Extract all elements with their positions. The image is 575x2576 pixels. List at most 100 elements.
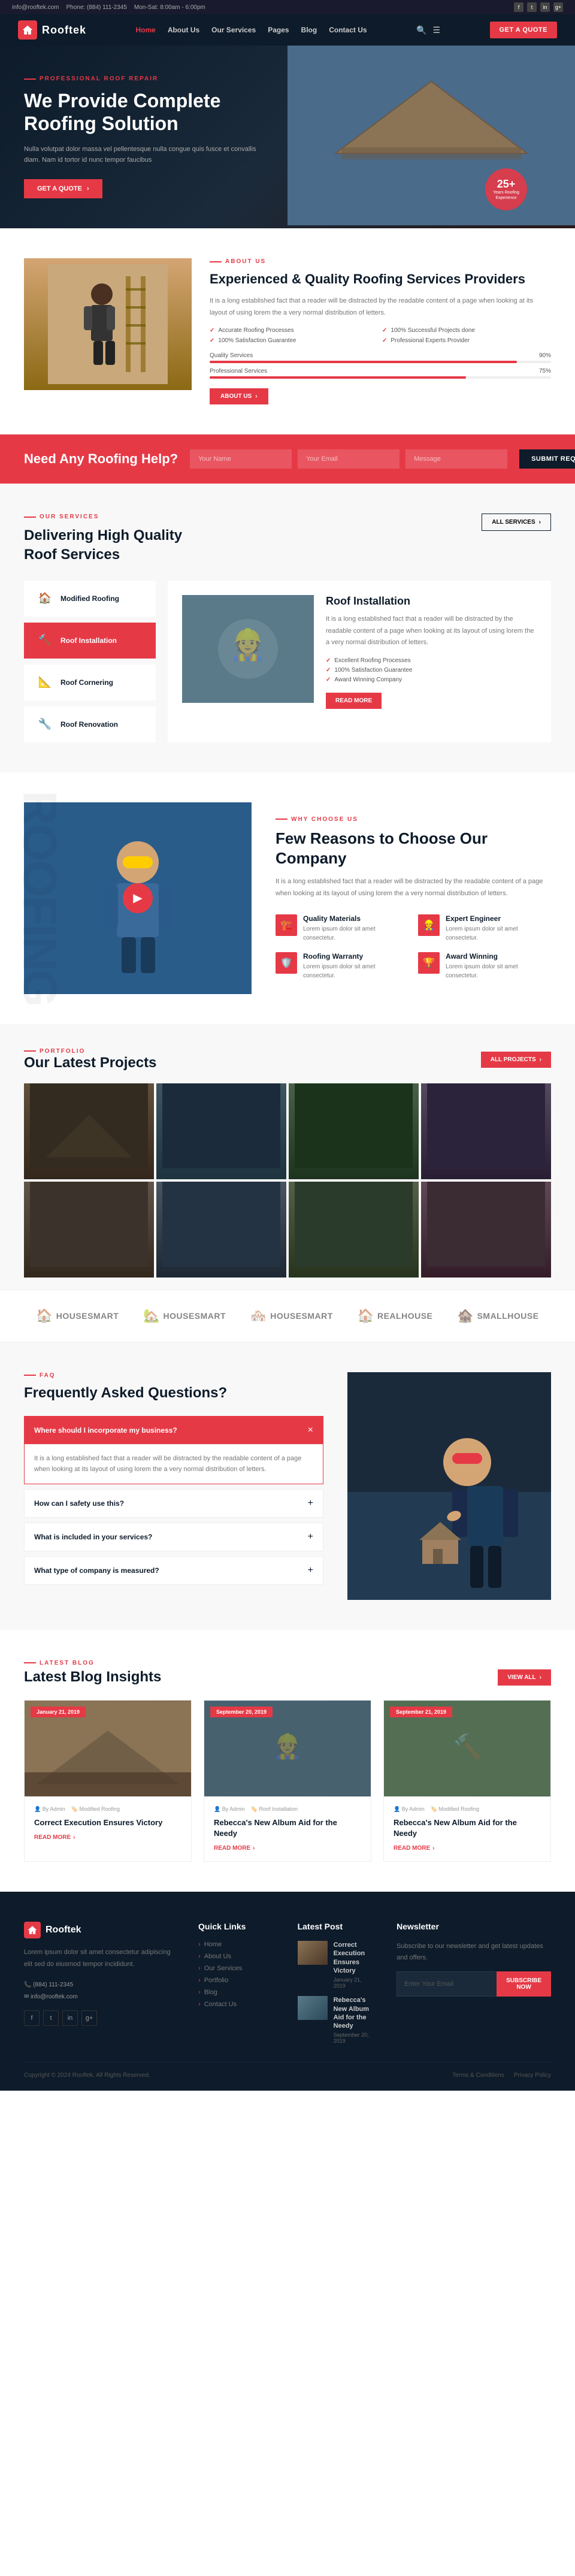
facebook-icon[interactable]: f (514, 2, 523, 12)
blog-read-more-2[interactable]: READ MORE › (214, 1845, 361, 1852)
about-button[interactable]: ABOUT US › (210, 388, 268, 404)
hero-badge-text: Years Roofing Experience (485, 191, 527, 201)
quality-materials-icon: 🏗️ (276, 914, 297, 936)
top-bar: info@rooftek.com Phone: (884) 111-2345 M… (0, 0, 575, 14)
roof-installation-icon: 🔨 (35, 631, 55, 650)
footer-link-portfolio[interactable]: Portfolio (198, 1977, 274, 1984)
blog-date-3: September 21, 2019 (390, 1707, 452, 1717)
portfolio-overlay-4 (421, 1083, 551, 1179)
portfolio-overlay-8 (421, 1182, 551, 1278)
footer-links-title: Quick Links (198, 1922, 274, 1931)
faq-question-4[interactable]: What type of company is measured? + (25, 1557, 323, 1584)
play-button[interactable]: ▶ (123, 883, 153, 913)
service-roof-installation[interactable]: 🔨 Roof Installation (24, 623, 156, 659)
footer-facebook-icon[interactable]: f (24, 2010, 40, 2026)
portfolio-item-7[interactable]: Roof Installation (289, 1182, 419, 1278)
blog-meta-2: 👤 By Admin 🏷️ Roof Installation (214, 1806, 361, 1813)
nav-pages[interactable]: Pages (268, 26, 289, 34)
footer-brand-col: Rooftek Lorem ipsum dolor sit amet conse… (24, 1922, 174, 2044)
blog-card-2-title: Rebecca's New Album Aid for the Needy (214, 1817, 361, 1839)
footer-link-blog[interactable]: Blog (198, 1989, 274, 1996)
blog-read-more-1[interactable]: READ MORE › (34, 1834, 181, 1841)
cta-email-input[interactable] (298, 449, 400, 469)
roofing-warranty-icon: 🛡️ (276, 952, 297, 974)
services-grid: 🏠 Modified Roofing 🔨 Roof Installation 📐… (24, 581, 551, 742)
menu-icon[interactable]: ☰ (432, 25, 440, 35)
why-feature-expert: 👷 Expert Engineer Lorem ipsum dolor sit … (418, 914, 551, 943)
service-roof-cornering[interactable]: 📐 Roof Cornering (24, 665, 156, 700)
footer-link-contact[interactable]: Contact Us (198, 2001, 274, 2008)
portfolio-item-4[interactable]: Modified Roofing (421, 1083, 551, 1179)
footer-link-services[interactable]: Our Services (198, 1965, 274, 1972)
about-feature-3: 100% Satisfaction Guarantee (210, 337, 379, 344)
cta-message-input[interactable] (405, 449, 507, 469)
progress-professional: Professional Services 75% (210, 368, 551, 379)
portfolio-item-6[interactable]: Roof Cornering (156, 1182, 286, 1278)
portfolio-overlay-6 (156, 1182, 286, 1278)
portfolio-item-1[interactable]: Roof Renovation (24, 1083, 154, 1179)
navbar: Rooftek Home About Us Our Services Pages… (0, 14, 575, 46)
newsletter-input[interactable] (397, 1971, 497, 1997)
nav-blog[interactable]: Blog (301, 26, 317, 34)
nav-links: Home About Us Our Services Pages Blog Co… (135, 26, 367, 34)
footer-googleplus-icon[interactable]: g+ (81, 2010, 97, 2026)
about-feature-4: Professional Experts Provider (382, 337, 551, 344)
blog-read-more-3[interactable]: READ MORE › (394, 1845, 541, 1852)
portfolio-item-5[interactable]: Roof Renovation (24, 1182, 154, 1278)
newsletter-button[interactable]: SUBSCRIBE NOW (497, 1971, 551, 1997)
why-image: ROOFING ▶ (24, 802, 252, 994)
blog-meta-3: 👤 By Admin 🏷️ Modified Roofing (394, 1806, 541, 1813)
svg-text:🔨: 🔨 (452, 1733, 482, 1760)
all-projects-button[interactable]: ALL PROJECTS › (481, 1052, 551, 1068)
nav-home[interactable]: Home (135, 26, 155, 34)
search-icon[interactable]: 🔍 (416, 25, 426, 35)
nav-contact[interactable]: Contact Us (329, 26, 367, 34)
service-read-more-button[interactable]: READ MORE (326, 693, 382, 709)
service-modified-roofing[interactable]: 🏠 Modified Roofing (24, 581, 156, 617)
blog-card-1: January 21, 2019 👤 By Admin 🏷️ Modified … (24, 1700, 192, 1862)
award-winning-title: Award Winning (446, 952, 551, 961)
footer-bottom: Copyright © 2024 Rooftek. All Rights Res… (24, 2062, 551, 2079)
blog-card-1-title: Correct Execution Ensures Victory (34, 1817, 181, 1828)
nav-about[interactable]: About Us (168, 26, 199, 34)
logo[interactable]: Rooftek (18, 20, 86, 40)
footer-privacy-link[interactable]: Privacy Policy (514, 2072, 551, 2079)
faq-question-1[interactable]: Where should I incorporate my business? … (25, 1417, 323, 1444)
service-roof-renovation[interactable]: 🔧 Roof Renovation (24, 706, 156, 742)
faq-item-3: What is included in your services? + (24, 1523, 323, 1551)
portfolio-item-2[interactable]: Roof Cornering (156, 1083, 286, 1179)
linkedin-icon[interactable]: in (540, 2, 550, 12)
hero-quote-button[interactable]: GET A QUOTE › (24, 179, 102, 198)
blog-card-1-image: January 21, 2019 (25, 1701, 191, 1796)
twitter-icon[interactable]: t (527, 2, 537, 12)
blog-date-1: January 21, 2019 (31, 1707, 86, 1717)
view-all-button[interactable]: VIEW ALL › (498, 1669, 551, 1686)
hero-desc: Nulla volutpat dolor massa vel pellentes… (24, 144, 264, 166)
about-feature-2: 100% Successful Projects done (382, 327, 551, 334)
phone-info: Phone: (884) 111-2345 (66, 4, 127, 11)
blog-card-2-content: 👤 By Admin 🏷️ Roof Installation Rebecca'… (204, 1796, 371, 1861)
footer-linkedin-icon[interactable]: in (62, 2010, 78, 2026)
get-quote-button[interactable]: GET A QUOTE (490, 22, 557, 38)
nav-services[interactable]: Our Services (211, 26, 256, 34)
cta-name-input[interactable] (190, 449, 292, 469)
service-detail-panel: 👷 Roof Installation It is a long establi… (168, 581, 551, 742)
cta-submit-button[interactable]: SUBMIT REQUEST (519, 449, 575, 469)
all-services-button[interactable]: ALL SERVICES › (482, 514, 551, 531)
footer-terms-link[interactable]: Terms & Conditions (452, 2072, 504, 2079)
faq-question-2[interactable]: How can I safety use this? + (25, 1490, 323, 1517)
partners-section: 🏠 HOUSESMART 🏡 HOUSESMART 🏘️ HOUSESMART … (0, 1289, 575, 1342)
faq-question-3[interactable]: What is included in your services? + (25, 1523, 323, 1551)
blog-section: LATEST BLOG Latest Blog Insights VIEW AL… (0, 1630, 575, 1892)
footer: Rooftek Lorem ipsum dolor sit amet conse… (0, 1892, 575, 2091)
footer-twitter-icon[interactable]: t (43, 2010, 59, 2026)
footer-link-about[interactable]: About Us (198, 1953, 274, 1960)
footer-post-2-img (298, 1996, 328, 2020)
portfolio-item-3[interactable]: Roof Installation (289, 1083, 419, 1179)
portfolio-item-8[interactable]: Modified Roofing (421, 1182, 551, 1278)
footer-link-home[interactable]: Home (198, 1941, 274, 1948)
blog-card-3-image: 🔨 September 21, 2019 (384, 1701, 550, 1796)
faq-items: Where should I incorporate my business? … (24, 1416, 323, 1585)
service-detail-desc: It is a long established fact that a rea… (326, 614, 537, 649)
googleplus-icon[interactable]: g+ (553, 2, 563, 12)
